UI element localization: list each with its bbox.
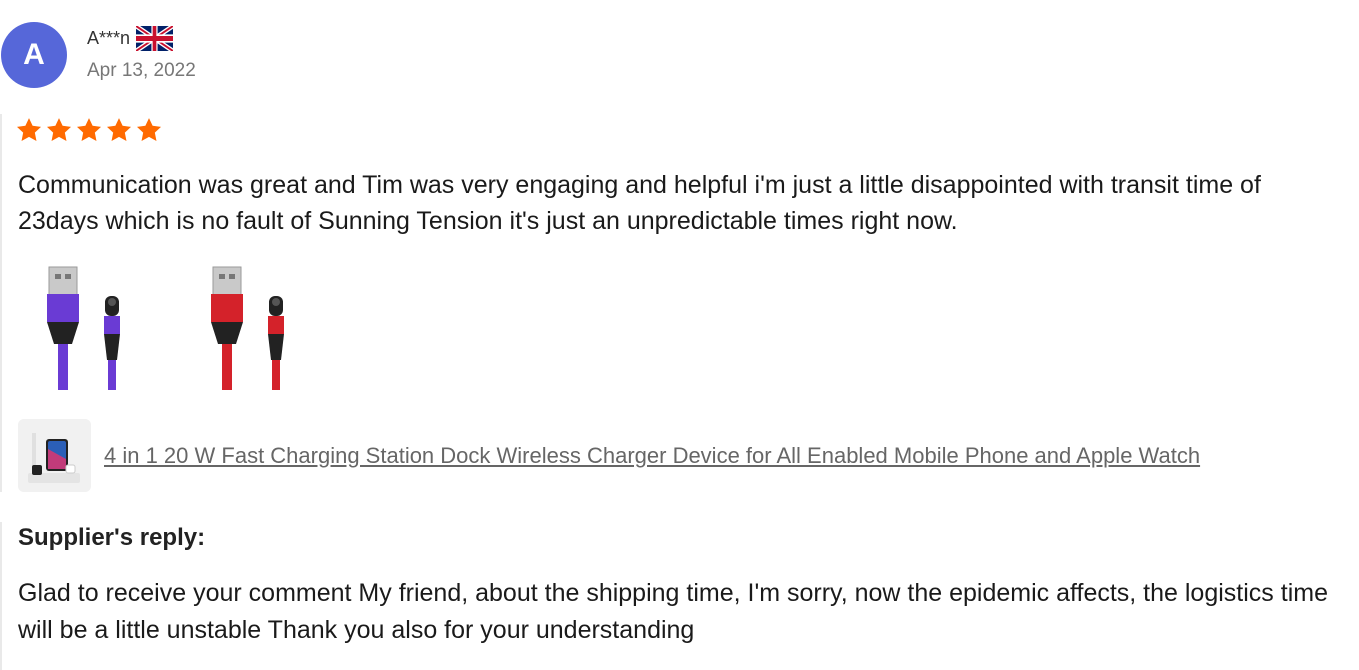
charging-station-thumbnail[interactable] (18, 419, 91, 492)
avatar: A (1, 22, 67, 88)
supplier-reply-heading: Supplier's reply: (18, 524, 206, 551)
star-icon (106, 118, 132, 141)
product-title-link[interactable]: 4 in 1 20 W Fast Charging Station Dock W… (104, 443, 1200, 469)
star-rating (14, 116, 164, 144)
star-icon (16, 118, 42, 141)
review-text: Communication was great and Tim was very… (18, 171, 1261, 235)
star-icon (76, 118, 102, 141)
divider (0, 522, 2, 670)
review-card: A A***n Apr 13, 2022 Communication was g… (0, 0, 1359, 670)
avatar-letter: A (23, 38, 45, 71)
divider (0, 114, 2, 492)
reviewer-name: A***n (87, 28, 131, 48)
reviewed-product[interactable]: 4 in 1 20 W Fast Charging Station Dock W… (18, 419, 1200, 492)
star-icon (46, 118, 72, 141)
supplier-reply-text: Glad to receive your comment My friend, … (18, 579, 1328, 644)
red-magnetic-cable-photo[interactable] (182, 252, 328, 398)
purple-magnetic-cable-photo[interactable] (18, 252, 164, 398)
star-icon (136, 118, 162, 141)
reviewer-name-row: A***n (87, 26, 174, 51)
uk-flag-icon (136, 26, 174, 51)
review-date: Apr 13, 2022 (87, 60, 196, 81)
review-photos (18, 252, 328, 398)
